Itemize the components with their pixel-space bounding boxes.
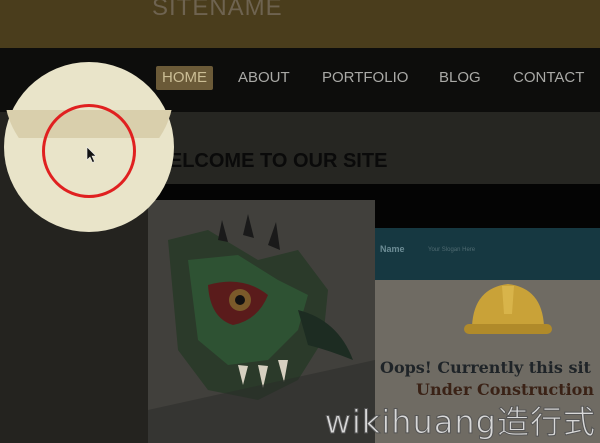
arrow-cursor-icon xyxy=(86,146,97,163)
nav-home-link[interactable]: HOME xyxy=(156,66,213,90)
thumb-site-name: Name xyxy=(380,244,405,254)
site-name: SITENAME xyxy=(152,0,283,21)
thumb-tagline: Your Slogan Here xyxy=(428,247,476,253)
under-construction-line1: Oops! Currently this sit xyxy=(380,358,591,377)
watermark-text: wikihuang造行式 xyxy=(324,403,596,442)
nav-contact-link[interactable]: CONTACT xyxy=(513,66,584,90)
hardhat-icon xyxy=(464,284,552,334)
nav-blog-link[interactable]: BLOG xyxy=(439,66,481,90)
welcome-title: WELCOME TO OUR SITE xyxy=(150,150,388,172)
site-header xyxy=(0,0,600,48)
thumb-header-bar xyxy=(375,228,600,280)
nav-portfolio-link[interactable]: PORTFOLIO xyxy=(322,66,408,90)
nav-about-link[interactable]: ABOUT xyxy=(238,66,290,90)
